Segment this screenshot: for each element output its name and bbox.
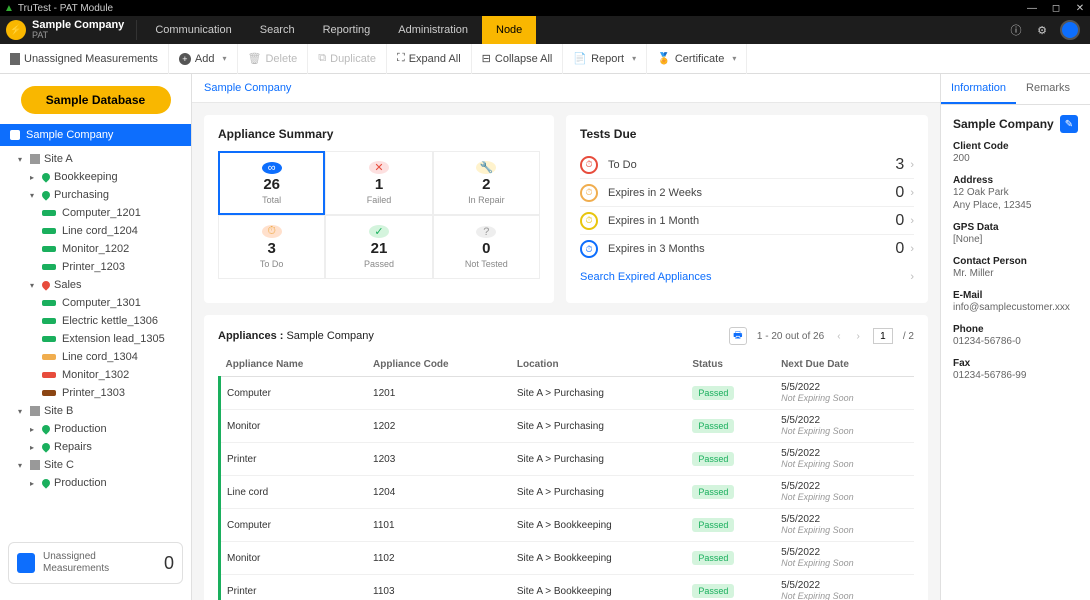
database-button[interactable]: Sample Database (21, 86, 171, 114)
nav-node[interactable]: Node (482, 16, 536, 44)
certificate-button[interactable]: 🏅 Certificate▾ (647, 44, 747, 74)
table-row[interactable]: Monitor1202Site A > PurchasingPassed5/5/… (220, 410, 915, 443)
certificate-icon: 🏅 (657, 52, 671, 65)
summary-tile-not-tested[interactable]: ?0Not Tested (433, 215, 540, 279)
tests-due-row[interactable]: ⏱Expires in 2 Weeks0› (580, 179, 914, 207)
tab-information[interactable]: Information (941, 74, 1016, 104)
unassigned-count: 0 (164, 553, 174, 574)
table-row[interactable]: Printer1203Site A > PurchasingPassed5/5/… (220, 443, 915, 476)
nav-administration[interactable]: Administration (384, 16, 482, 44)
tree-appliance[interactable]: Electric kettle_1306 (18, 312, 191, 330)
tree-appliance[interactable]: Printer_1303 (18, 384, 191, 402)
info-field: Fax01234-56786-99 (953, 358, 1078, 382)
collapse-all-button[interactable]: ⊟ Collapse All (472, 44, 564, 74)
tree-dept[interactable]: ▸ Production (18, 474, 191, 492)
table-header[interactable]: Status (686, 353, 775, 377)
tree-appliance[interactable]: Line cord_1204 (18, 222, 191, 240)
tests-due-row[interactable]: ⏱To Do3› (580, 151, 914, 179)
user-avatar[interactable] (1060, 20, 1080, 40)
tree-appliance[interactable]: Computer_1201 (18, 204, 191, 222)
duplicate-icon: ⧉ (318, 52, 326, 65)
tree-appliance[interactable]: Line cord_1304 (18, 348, 191, 366)
tree-dept[interactable]: ▸ Production (18, 420, 191, 438)
table-row[interactable]: Monitor1102Site A > BookkeepingPassed5/5… (220, 542, 915, 575)
nav-reporting[interactable]: Reporting (309, 16, 385, 44)
gear-icon[interactable]: ⚙ (1034, 22, 1050, 38)
expand-all-button[interactable]: ⛶ Expand All (387, 44, 472, 74)
summary-tile-in-repair[interactable]: 🔧2In Repair (433, 151, 540, 215)
expand-icon: ⛶ (397, 52, 405, 65)
table-row[interactable]: Computer1101Site A > BookkeepingPassed5/… (220, 509, 915, 542)
tests-due-row[interactable]: ⏱Expires in 1 Month0› (580, 207, 914, 235)
tab-remarks[interactable]: Remarks (1016, 74, 1080, 104)
page-next[interactable]: › (854, 331, 863, 342)
clipboard-icon (17, 553, 35, 573)
table-row[interactable]: Printer1103Site A > BookkeepingPassed5/5… (220, 575, 915, 600)
unassigned-measurements-button[interactable]: Unassigned Measurements (0, 44, 169, 74)
tree-dept[interactable]: ▸ Bookkeeping (18, 168, 191, 186)
info-field: Client Code200 (953, 141, 1078, 165)
table-row[interactable]: Line cord1204Site A > PurchasingPassed5/… (220, 476, 915, 509)
report-button[interactable]: 📄 Report▾ (563, 44, 647, 74)
tree-appliance[interactable]: Extension lead_1305 (18, 330, 191, 348)
page-prev[interactable]: ‹ (834, 331, 843, 342)
table-header[interactable]: Next Due Date (775, 353, 914, 377)
info-field: Address12 Oak ParkAny Place, 12345 (953, 175, 1078, 212)
tree-site[interactable]: ▾ Site B (18, 402, 191, 420)
summary-title: Appliance Summary (218, 127, 540, 141)
window-maximize[interactable]: ◻ (1050, 3, 1062, 14)
page-total: / 2 (903, 331, 914, 342)
tree-dept[interactable]: ▸ Repairs (18, 438, 191, 456)
search-expired-link[interactable]: Search Expired Appliances › (580, 263, 914, 291)
tree-site[interactable]: ▾ Site A (18, 150, 191, 168)
org-selector[interactable]: Sample Company PAT (32, 20, 137, 40)
info-field: E-Mailinfo@samplecustomer.xxx (953, 290, 1078, 314)
summary-tile-passed[interactable]: ✓21Passed (325, 215, 432, 279)
tests-due-row[interactable]: ⏱Expires in 3 Months0› (580, 235, 914, 263)
tree-appliance[interactable]: Computer_1301 (18, 294, 191, 312)
page-input[interactable] (873, 328, 893, 344)
delete-button[interactable]: 🗑 Delete (238, 44, 309, 74)
window-close[interactable]: ✕ (1074, 3, 1086, 14)
tree-site[interactable]: ▾ Site C (18, 456, 191, 474)
table-row[interactable]: Computer1201Site A > PurchasingPassed5/5… (220, 377, 915, 410)
edit-button[interactable]: ✎ (1060, 115, 1078, 133)
tree-appliance[interactable]: Monitor_1202 (18, 240, 191, 258)
table-title: Appliances : Sample Company (218, 330, 374, 342)
breadcrumb-link[interactable]: Sample Company (204, 82, 291, 94)
tree-root[interactable]: Sample Company (0, 124, 191, 146)
nav-communication[interactable]: Communication (141, 16, 245, 44)
summary-tile-total[interactable]: ∞26Total (218, 151, 325, 215)
trash-icon: 🗑 (248, 52, 262, 65)
add-button[interactable]: + Add▾ (169, 44, 238, 74)
collapse-icon: ⊟ (482, 52, 491, 65)
tests-due-title: Tests Due (580, 127, 914, 141)
summary-tile-to-do[interactable]: ⏱3To Do (218, 215, 325, 279)
tree-dept[interactable]: ▾ Sales (18, 276, 191, 294)
print-button[interactable]: 🖶 (729, 327, 747, 345)
tree-appliance[interactable]: Monitor_1302 (18, 366, 191, 384)
info-field: Contact PersonMr. Miller (953, 256, 1078, 280)
duplicate-button[interactable]: ⧉ Duplicate (308, 44, 387, 74)
company-name: Sample Company (953, 117, 1060, 131)
help-icon[interactable]: ⓘ (1008, 22, 1024, 38)
app-logo: ⚡ (6, 20, 26, 40)
unassigned-card[interactable]: UnassignedMeasurements 0 (8, 542, 183, 584)
table-header[interactable]: Appliance Code (367, 353, 511, 377)
tree-dept[interactable]: ▾ Purchasing (18, 186, 191, 204)
tree-appliance[interactable]: Printer_1203 (18, 258, 191, 276)
table-header[interactable]: Location (511, 353, 686, 377)
info-field: GPS Data[None] (953, 222, 1078, 246)
table-header[interactable]: Appliance Name (220, 353, 368, 377)
window-minimize[interactable]: — (1026, 3, 1038, 14)
window-title: TruTest - PAT Module (18, 3, 113, 14)
pagination-range: 1 - 20 out of 26 (757, 331, 824, 342)
nav-search[interactable]: Search (246, 16, 309, 44)
titlebar: ▲ TruTest - PAT Module (4, 3, 1026, 14)
breadcrumb: Sample Company (192, 74, 940, 103)
report-icon: 📄 (573, 52, 587, 65)
info-field: Phone01234-56786-0 (953, 324, 1078, 348)
summary-tile-failed[interactable]: ✕1Failed (325, 151, 432, 215)
